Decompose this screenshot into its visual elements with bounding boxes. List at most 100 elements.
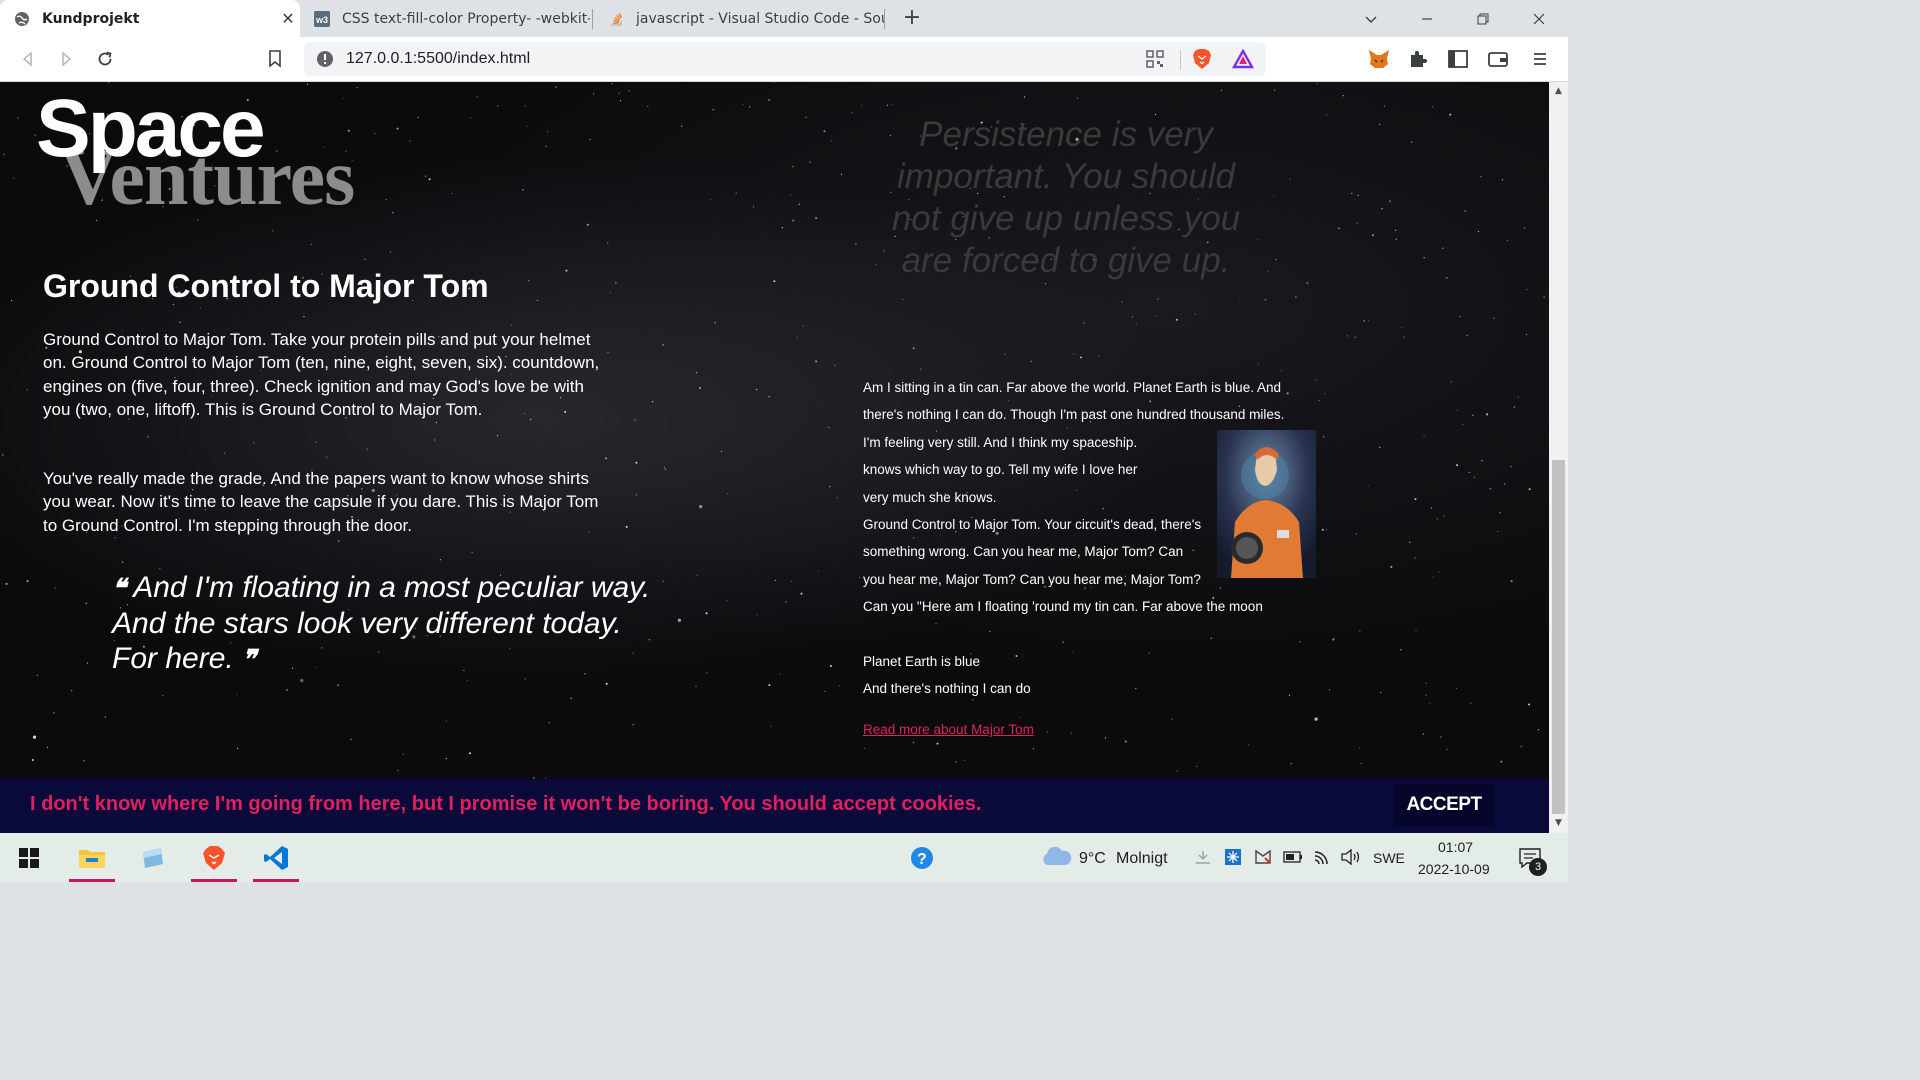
metamask-fox-icon: [1369, 50, 1389, 68]
battery-icon[interactable]: [1283, 850, 1303, 864]
read-more-link[interactable]: Read more about Major Tom: [863, 722, 1034, 737]
logo-space: Space: [36, 83, 266, 174]
bookmark-icon: [269, 50, 281, 68]
page-scrollbar[interactable]: ▲ ▼: [1549, 82, 1568, 833]
chevron-down-icon: [1365, 16, 1377, 23]
minimize-icon: [1422, 17, 1432, 20]
close-quote-mark: ❞: [242, 644, 257, 674]
brave-lion-icon: [1193, 49, 1211, 69]
quote-line-1: And I'm floating in a most peculiar way.: [133, 571, 651, 604]
scroll-down-arrow-icon[interactable]: ▼: [1553, 818, 1564, 829]
volume-icon[interactable]: [1340, 848, 1362, 866]
address-bar[interactable]: 127.0.0.1:5500/index.html: [304, 42, 1266, 76]
reload-button[interactable]: [93, 47, 117, 71]
tablet-app-icon: [143, 847, 163, 868]
page-heading: Ground Control to Major Tom: [43, 268, 489, 304]
qr-code-icon: [1146, 50, 1164, 68]
minimize-button[interactable]: [1399, 0, 1455, 37]
tab-separator: [592, 9, 593, 29]
cookie-message: I don't know where I'm going from here, …: [30, 793, 982, 815]
lyrics-line: there's nothing I can do. Though I'm pas…: [863, 407, 1285, 423]
hamburger-menu-icon: [1534, 53, 1546, 65]
tab-search-button[interactable]: [1343, 0, 1399, 37]
sidebar-button[interactable]: [1446, 47, 1470, 71]
restore-icon: [1477, 13, 1489, 24]
w3schools-icon: w3: [314, 10, 330, 27]
paragraph-2: You've really made the grade. And the pa…: [43, 469, 599, 535]
back-icon: [22, 51, 32, 67]
vscode-icon: [264, 845, 288, 870]
open-quote-mark: ❝: [112, 573, 126, 603]
reload-icon: [98, 51, 112, 66]
brave-shields-button[interactable]: [1190, 47, 1214, 71]
wallet-button[interactable]: [1486, 47, 1510, 71]
forward-icon: [62, 51, 72, 67]
tab-kundprojekt[interactable]: Kundprojekt ✕: [0, 0, 300, 37]
url-text[interactable]: 127.0.0.1:5500/index.html: [346, 50, 530, 68]
quote-line-3: For here.: [112, 642, 234, 675]
language-indicator[interactable]: SWE: [1373, 850, 1405, 866]
notifications-button[interactable]: 3: [1505, 833, 1555, 882]
forward-button[interactable]: [54, 47, 78, 71]
wallet-icon: [1488, 52, 1508, 67]
restore-button[interactable]: [1455, 0, 1511, 37]
sidebar-icon: [1448, 50, 1468, 68]
network-tray-icon[interactable]: [1194, 849, 1212, 867]
tab-title: javascript - Visual Studio Code - Sourc: [636, 10, 884, 27]
tab-separator: [884, 9, 885, 29]
snowflake-tray-icon[interactable]: [1224, 848, 1242, 866]
bookmark-button[interactable]: [263, 47, 287, 71]
menu-button[interactable]: [1528, 47, 1552, 71]
lyrics-line: Am I sitting in a tin can. Far above the…: [863, 380, 1281, 395]
floating-quote: ❝ And I'm floating in a most peculiar wa…: [112, 570, 672, 677]
active-indicator: [69, 879, 115, 882]
info-icon[interactable]: [316, 50, 334, 68]
paragraph-1: Ground Control to Major Tom. Take your p…: [43, 330, 600, 420]
tab-title: Kundprojekt: [42, 10, 140, 27]
antivirus-tray-icon[interactable]: [1254, 848, 1272, 866]
lyrics-line: Planet Earth is blue: [863, 654, 981, 670]
lyrics-line: And there's nothing I can do: [863, 681, 1031, 697]
brave-rewards-button[interactable]: [1231, 47, 1255, 71]
browser-toolbar: 127.0.0.1:5500/index.html: [0, 37, 1568, 82]
svg-text:?: ?: [917, 851, 927, 868]
taskbar-file-explorer[interactable]: [67, 833, 117, 882]
accept-cookies-button[interactable]: ACCEPT: [1395, 784, 1493, 826]
persistence-quote: Persistence is very important. You shoul…: [891, 115, 1241, 280]
cloud-weather-icon[interactable]: [1040, 845, 1072, 867]
tab-strip: Kundprojekt ✕ w3 CSS text-fill-color Pro…: [0, 0, 1568, 37]
brave-browser-icon: [203, 845, 225, 870]
close-tab-icon[interactable]: ✕: [276, 9, 300, 28]
help-button[interactable]: ?: [897, 833, 947, 882]
taskbar-app-2[interactable]: [128, 833, 178, 882]
lyrics-line: [863, 621, 1303, 648]
taskbar-brave[interactable]: [189, 833, 239, 882]
clock-time[interactable]: 01:07: [1438, 839, 1473, 855]
tab-stackoverflow[interactable]: javascript - Visual Studio Code - Sourc: [594, 0, 884, 37]
new-tab-button[interactable]: +: [899, 5, 925, 31]
lyrics-line: Can you "Here am I floating 'round my ti…: [863, 599, 1263, 615]
start-button[interactable]: [4, 833, 54, 882]
clock-date[interactable]: 2022-10-09: [1418, 861, 1490, 877]
notification-count-badge: 3: [1529, 858, 1547, 876]
windows-logo-icon: [19, 847, 39, 868]
scroll-up-arrow-icon[interactable]: ▲: [1553, 86, 1564, 97]
taskbar-vscode[interactable]: [251, 833, 301, 882]
active-indicator: [253, 879, 299, 882]
svg-text:w3: w3: [315, 15, 328, 25]
extensions-button[interactable]: [1406, 47, 1430, 71]
tab-css-text-fill[interactable]: w3 CSS text-fill-color Property- -webkit…: [300, 0, 590, 37]
help-icon: ?: [911, 846, 933, 869]
scrollbar-thumb[interactable]: [1552, 460, 1565, 814]
wifi-icon[interactable]: [1313, 848, 1333, 866]
metamask-button[interactable]: [1367, 47, 1391, 71]
active-indicator: [191, 879, 237, 882]
back-button[interactable]: [16, 47, 40, 71]
folder-icon: [79, 849, 105, 868]
windows-taskbar: ? 9°C Molnigt SWE 01:07 2022-10-09 3: [0, 833, 1568, 882]
quote-line-2: And the stars look very different today.: [112, 607, 622, 640]
close-window-button[interactable]: [1511, 0, 1567, 37]
weather-condition[interactable]: Molnigt: [1116, 850, 1168, 868]
weather-temp[interactable]: 9°C: [1079, 850, 1106, 868]
qr-code-button[interactable]: [1143, 47, 1167, 71]
